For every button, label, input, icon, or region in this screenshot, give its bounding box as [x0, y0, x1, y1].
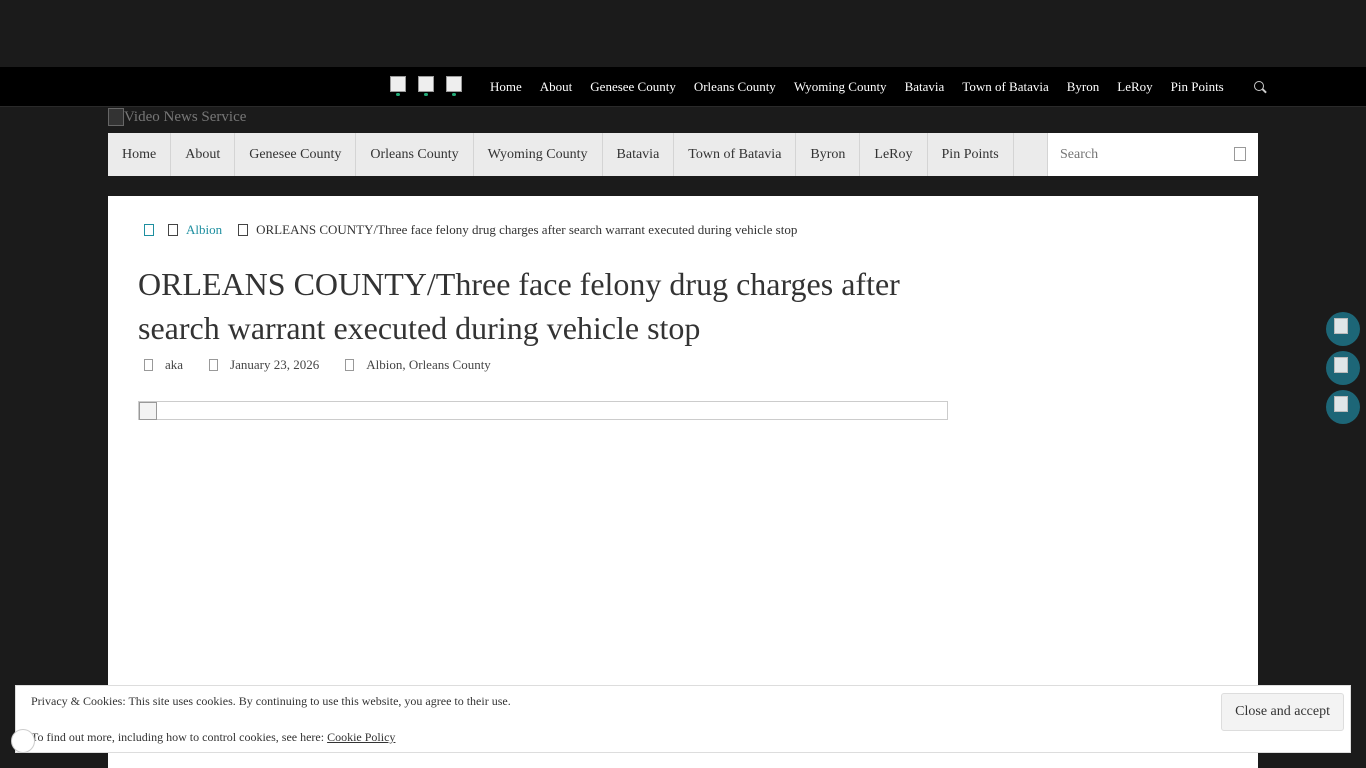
user-icon [144, 359, 153, 371]
top-band [0, 0, 1366, 67]
topnav-pin-points[interactable]: Pin Points [1162, 79, 1233, 95]
post-categories[interactable]: Albion, Orleans County [366, 357, 491, 373]
cookie-more-info: To find out more, including how to contr… [31, 730, 395, 745]
cookie-more-text: To find out more, including how to contr… [31, 730, 328, 744]
broken-image-icon [108, 108, 124, 126]
home-icon[interactable] [144, 224, 154, 236]
post-date[interactable]: January 23, 2026 [230, 357, 319, 373]
nav-wyoming[interactable]: Wyoming County [474, 133, 603, 176]
cookie-message: Privacy & Cookies: This site uses cookie… [31, 694, 511, 708]
youtube-icon[interactable] [446, 76, 462, 96]
breadcrumb: Albion ORLEANS COUNTY/Three face felony … [138, 222, 797, 238]
logo-alt-text: Video News Service [124, 108, 247, 125]
folder-icon [168, 224, 178, 236]
cookie-banner: Privacy & Cookies: This site uses cookie… [15, 685, 1351, 753]
topnav-home[interactable]: Home [481, 79, 531, 95]
facebook-share-icon[interactable] [1326, 312, 1360, 346]
topnav-orleans[interactable]: Orleans County [685, 79, 785, 95]
article-meta: aka January 23, 2026 Albion, Orleans Cou… [138, 357, 491, 373]
topnav-leroy[interactable]: LeRoy [1108, 79, 1161, 95]
topnav-wyoming[interactable]: Wyoming County [785, 79, 896, 95]
search-input[interactable] [1058, 145, 1232, 164]
calendar-icon [209, 359, 219, 371]
top-bar: Home About Genesee County Orleans County… [0, 67, 1366, 107]
nav-about[interactable]: About [171, 133, 236, 176]
nav-spacer [1014, 133, 1048, 176]
twitter-icon[interactable] [418, 76, 434, 96]
topnav-batavia[interactable]: Batavia [896, 79, 954, 95]
nav-batavia[interactable]: Batavia [603, 133, 675, 176]
nav-byron[interactable]: Byron [796, 133, 861, 176]
page-title: ORLEANS COUNTY/Three face felony drug ch… [138, 266, 900, 346]
search-icon[interactable] [1234, 147, 1246, 161]
topnav-about[interactable]: About [531, 79, 582, 95]
cookie-policy-link[interactable]: Cookie Policy [327, 730, 395, 744]
site-logo[interactable]: Video News Service [108, 108, 246, 126]
document-icon [238, 224, 249, 236]
nav-orleans[interactable]: Orleans County [356, 133, 474, 176]
nav-leroy[interactable]: LeRoy [860, 133, 928, 176]
main-nav: Home About Genesee County Orleans County… [108, 133, 1258, 176]
broken-image-icon [139, 402, 157, 420]
accessibility-icon[interactable] [11, 729, 35, 753]
facebook-icon[interactable] [390, 76, 406, 96]
author-link[interactable]: aka [165, 357, 183, 373]
breadcrumb-current: ORLEANS COUNTY/Three face felony drug ch… [256, 222, 798, 237]
twitter-share-icon[interactable] [1326, 351, 1360, 385]
topnav-byron[interactable]: Byron [1058, 79, 1109, 95]
email-share-icon[interactable] [1326, 390, 1360, 424]
nav-genesee[interactable]: Genesee County [235, 133, 357, 176]
topnav-town-of-batavia[interactable]: Town of Batavia [953, 79, 1057, 95]
search-box [1048, 133, 1258, 176]
topnav-genesee[interactable]: Genesee County [581, 79, 685, 95]
top-nav: Home About Genesee County Orleans County… [481, 67, 1267, 106]
featured-image [138, 401, 948, 420]
nav-home[interactable]: Home [108, 133, 172, 176]
folder-icon [345, 359, 355, 371]
search-icon[interactable] [1253, 80, 1267, 94]
nav-pin-points[interactable]: Pin Points [928, 133, 1014, 176]
social-links [390, 76, 462, 96]
close-and-accept-button[interactable]: Close and accept [1221, 693, 1344, 731]
breadcrumb-category[interactable]: Albion [186, 222, 222, 238]
article-content: Albion ORLEANS COUNTY/Three face felony … [108, 196, 1258, 768]
nav-town-of-batavia[interactable]: Town of Batavia [674, 133, 797, 176]
